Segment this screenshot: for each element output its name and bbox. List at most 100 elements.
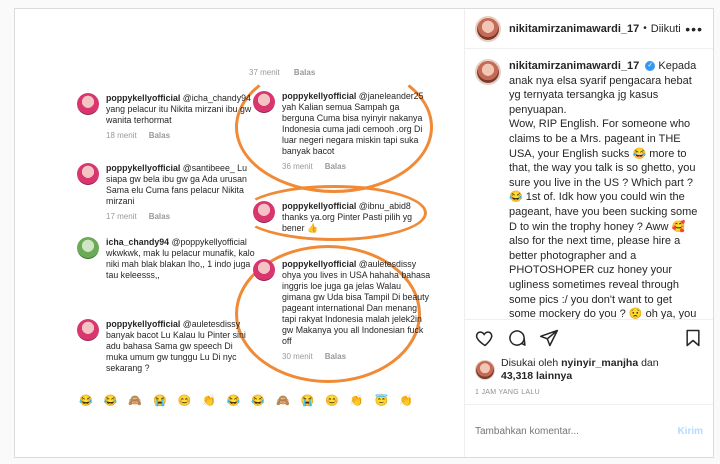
comment-meta: 18 menit Balas — [106, 130, 256, 141]
comment-meta: 17 menit Balas — [106, 211, 256, 222]
comment-time: 30 menit — [282, 352, 313, 361]
send-button[interactable]: Kirim — [677, 426, 703, 437]
screenshot-comment: poppykellyofficial @ibnu_abid8 thanks ya… — [253, 201, 432, 234]
caption-line: some pics :/ you don't want to get — [509, 293, 672, 306]
caption-area: nikitamirzanimawardi_17 ✓ Kepada anak nya… — [465, 49, 713, 319]
reply-label: Balas — [148, 212, 171, 221]
screenshot-comment: poppykellyofficial @santibeee_ Lu siapa … — [77, 163, 256, 222]
embedded-screenshot: 37 menit Balas 😂 😂 🙈 😭 😊 👏 😂 😂 🙈 😭 😊 👏 😇 👏 poppykelly… — [69, 61, 433, 412]
post-timestamp[interactable]: 1 JAM YANG LALU — [465, 385, 713, 405]
emoji-icon: 😭 — [300, 395, 315, 407]
emoji-bar: 😂 😂 🙈 😭 😊 👏 😂 😂 🙈 😭 😊 👏 😇 👏 — [77, 392, 415, 410]
comment-time: 17 menit — [106, 212, 137, 221]
commenter-avatar — [77, 163, 99, 185]
caption-line: 😂 1st of. Idk how you could win the — [509, 191, 685, 204]
caption-line: that, the way you talk is so ghetto, you — [509, 162, 696, 175]
comment-input[interactable] — [475, 425, 678, 437]
following-button[interactable]: Diikuti — [651, 23, 681, 35]
comment-time: 18 menit — [106, 131, 137, 140]
emoji-icon: 🙈 — [276, 395, 290, 407]
comment-icon[interactable] — [507, 328, 527, 348]
comment-body: poppykellyofficial @icha_chandy94 yang p… — [106, 93, 256, 141]
liker-avatar[interactable] — [475, 360, 495, 380]
emoji-icon: 👏 — [349, 395, 364, 407]
reply-label: Balas — [324, 352, 347, 361]
likes-suffix[interactable]: lainnya — [536, 370, 572, 382]
commenter-avatar — [77, 237, 99, 259]
emoji-icon: 😂 — [79, 395, 93, 407]
post-photo[interactable]: 37 menit Balas 😂 😂 🙈 😭 😊 👏 😂 😂 🙈 😭 😊 👏 😇 👏 poppykelly… — [15, 9, 465, 457]
emoji-icon: 😂 — [226, 395, 241, 407]
commenter-username: poppykellyofficial — [106, 93, 181, 103]
likes-prefix: Disukai oleh — [501, 357, 559, 369]
caption-line: PHOTOSHOPER cuz honey your — [509, 264, 673, 277]
comment-body: poppykellyofficial @auletesdissy ohya yo… — [282, 259, 432, 362]
more-options-icon[interactable]: ••• — [685, 21, 703, 37]
commenter-avatar — [77, 93, 99, 115]
caption-line: yg ternyata tersangka jg kasus — [509, 89, 659, 102]
commenter-avatar — [77, 319, 99, 341]
emoji-icon: 😂 — [251, 395, 266, 407]
comment-box: Kirim — [465, 405, 713, 457]
caption-line: pageant, have you been sucking some — [509, 205, 698, 218]
likes-text: Disukai oleh nyinyir_manjha dan 43,318 l… — [501, 357, 659, 383]
commenter-avatar — [253, 91, 275, 113]
commenter-username: poppykellyofficial — [282, 91, 357, 101]
avatar[interactable] — [475, 15, 501, 42]
comment-body: poppykellyofficial @auletesdissy banyak … — [106, 319, 256, 374]
reply-label: Balas — [324, 162, 347, 171]
caption-line: Kepada — [658, 60, 697, 72]
avatar[interactable] — [475, 59, 501, 85]
emoji-icon: 😭 — [152, 395, 167, 407]
commenter-username: poppykellyofficial — [106, 163, 181, 173]
commenter-avatar — [253, 201, 275, 223]
emoji-icon: 👏 — [399, 395, 413, 407]
likes-count[interactable]: 43,318 — [501, 370, 533, 382]
comment-body: poppykellyofficial @janeleander25 yah Ka… — [282, 91, 432, 172]
comment-time: 36 menit — [282, 162, 313, 171]
emoji-icon: 😇 — [374, 395, 389, 407]
bookmark-icon[interactable] — [683, 328, 703, 348]
screenshot-comment: poppykellyofficial @auletesdissy ohya yo… — [253, 259, 432, 362]
username[interactable]: nikitamirzanimawardi_17 — [509, 23, 639, 35]
caption-line: some mockery do you ? 😟 oh ya, you — [509, 308, 697, 319]
likes-row: Disukai oleh nyinyir_manjha dan 43,318 l… — [465, 355, 713, 385]
separator-dot: • — [643, 23, 647, 34]
caption-line: anak nya elsa syarif pengacara hebat — [509, 74, 692, 87]
emoji-icon: 😊 — [177, 395, 192, 407]
comment-body: poppykellyofficial @santibeee_ Lu siapa … — [106, 163, 256, 222]
caption-line: also for the next time, please hire a — [509, 235, 681, 248]
screenshot-comment: icha_chandy94 @poppykellyofficial wkwkwk… — [77, 237, 256, 281]
screenshot-comment: poppykellyofficial @icha_chandy94 yang p… — [77, 93, 256, 141]
likes-and: dan — [641, 357, 659, 369]
caption-line: penyuapan. — [509, 103, 567, 116]
commenter-username: icha_chandy94 — [106, 237, 170, 247]
action-bar — [465, 319, 713, 355]
commenter-username: poppykellyofficial — [106, 319, 181, 329]
caption-line: D to win the trophy honey ? Aww 🥰 — [509, 220, 686, 233]
emoji-icon: 🙈 — [128, 395, 143, 407]
commenter-username: poppykellyofficial — [282, 259, 357, 269]
comment-body: icha_chandy94 @poppykellyofficial wkwkwk… — [106, 237, 256, 281]
like-heart-icon[interactable] — [475, 328, 495, 348]
share-icon[interactable] — [539, 328, 559, 348]
reply-label: Balas — [148, 131, 171, 140]
emoji-icon: 😊 — [325, 395, 339, 407]
caption-line: claims to be a Mrs. pageant in THE — [509, 132, 681, 145]
caption-line: ugliness sometimes reveal through — [509, 278, 679, 291]
post-header: nikitamirzanimawardi_17 • Diikuti ••• — [465, 9, 713, 49]
screenshot-comment: poppykellyofficial @janeleander25 yah Ka… — [253, 91, 432, 172]
caption-line: sure you live in the US ? Which part ? — [509, 176, 694, 189]
comment-meta: 30 menit Balas — [282, 351, 432, 362]
post-card: 37 menit Balas 😂 😂 🙈 😭 😊 👏 😂 😂 🙈 😭 😊 👏 😇 👏 poppykelly… — [14, 8, 714, 458]
caption-line: Wow, RIP English. For someone who — [509, 118, 691, 131]
liker-username[interactable]: nyinyir_manjha — [561, 357, 638, 369]
commenter-username: poppykellyofficial — [282, 201, 357, 211]
emoji-icon: 😂 — [103, 395, 118, 407]
post-sidebar: nikitamirzanimawardi_17 • Diikuti ••• ni… — [465, 9, 713, 457]
caption-username[interactable]: nikitamirzanimawardi_17 — [509, 60, 639, 72]
comment-text: @auletesdissy ohya you lives in USA haha… — [282, 259, 431, 346]
screenshot-comment: poppykellyofficial @auletesdissy banyak … — [77, 319, 256, 374]
caption-line: USA, your English sucks 😂 more to — [509, 147, 687, 160]
comment-body: poppykellyofficial @ibnu_abid8 thanks ya… — [282, 201, 432, 234]
